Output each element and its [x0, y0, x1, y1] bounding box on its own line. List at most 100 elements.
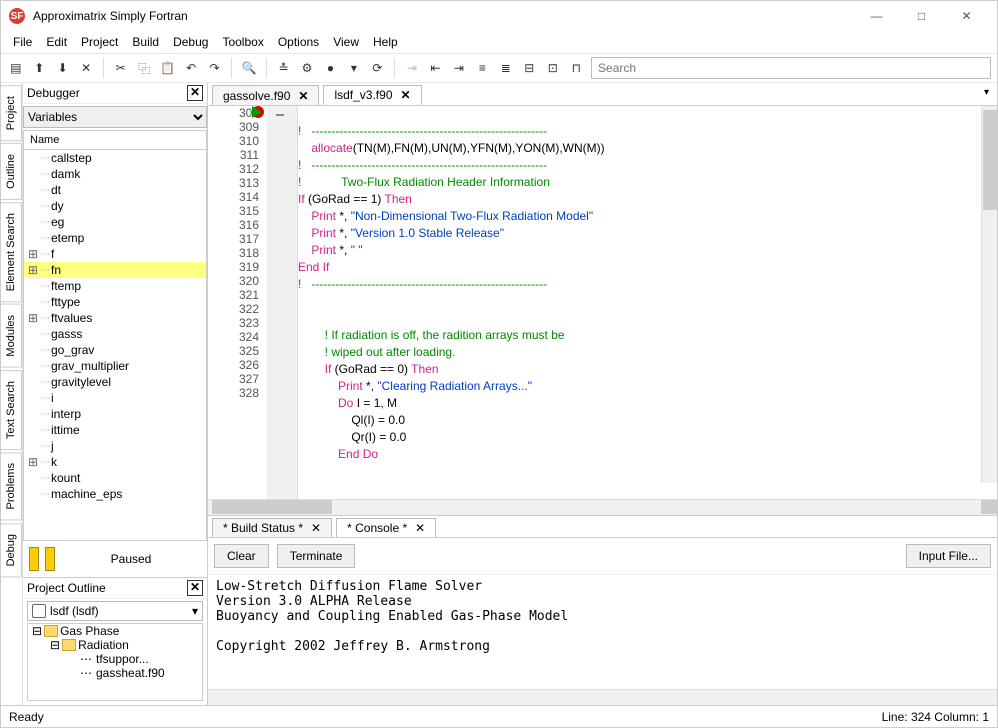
- minimize-button[interactable]: —: [854, 2, 899, 30]
- collapse-icon[interactable]: ⊟: [32, 624, 42, 638]
- variable-row[interactable]: ⊞⋯ftvalues: [24, 310, 206, 326]
- step-over-icon[interactable]: ⇥: [403, 59, 420, 77]
- collapse-icon[interactable]: ⊟: [50, 638, 60, 652]
- code-line[interactable]: Print *, "Version 1.0 Stable Release": [298, 225, 997, 242]
- align-left-icon[interactable]: ≡: [474, 59, 491, 77]
- toggle-icon[interactable]: ⊓: [568, 59, 585, 77]
- redo-icon[interactable]: ↷: [206, 59, 223, 77]
- variable-row[interactable]: ⋯kount: [24, 470, 206, 486]
- line-number[interactable]: 313: [208, 176, 259, 190]
- paste-icon[interactable]: 📋: [159, 59, 176, 77]
- line-number[interactable]: 323: [208, 316, 259, 330]
- bottom-tab[interactable]: * Build Status *✕: [212, 518, 332, 537]
- line-number[interactable]: 324: [208, 330, 259, 344]
- clear-button[interactable]: Clear: [214, 544, 269, 568]
- variable-row[interactable]: ⋯ftemp: [24, 278, 206, 294]
- variable-row[interactable]: ⋯callstep: [24, 150, 206, 166]
- close-button[interactable]: ✕: [944, 2, 989, 30]
- cut-icon[interactable]: ✂: [112, 59, 129, 77]
- menu-options[interactable]: Options: [272, 33, 325, 51]
- variable-row[interactable]: ⋯machine_eps: [24, 486, 206, 502]
- terminate-button[interactable]: Terminate: [277, 544, 356, 568]
- maximize-button[interactable]: □: [899, 2, 944, 30]
- menu-project[interactable]: Project: [75, 33, 124, 51]
- variable-row[interactable]: ⋯grav_multiplier: [24, 358, 206, 374]
- side-tab-modules[interactable]: Modules: [1, 304, 22, 368]
- expand-icon[interactable]: ⊞: [28, 247, 38, 261]
- close-tab-icon[interactable]: ✕: [298, 89, 308, 103]
- code-line[interactable]: Print *, " ": [298, 242, 997, 259]
- editor-horizontal-scrollbar[interactable]: [208, 499, 997, 515]
- expand-icon[interactable]: ⊞: [28, 311, 38, 325]
- pause-icon[interactable]: [29, 547, 39, 571]
- tree-item[interactable]: ⊟Gas Phase: [28, 624, 202, 638]
- variables-list[interactable]: Name ⋯callstep⋯damk⋯dt⋯dy⋯eg⋯etemp⊞⋯f⊞⋯f…: [23, 130, 207, 541]
- line-number[interactable]: 314: [208, 190, 259, 204]
- close-tab-icon[interactable]: ✕: [415, 521, 425, 535]
- code-line[interactable]: [298, 293, 997, 310]
- code-line[interactable]: Print *, "Clearing Radiation Arrays...": [298, 378, 997, 395]
- variable-row[interactable]: ⋯etemp: [24, 230, 206, 246]
- code-line[interactable]: ! If radiation is off, the radition arra…: [298, 327, 997, 344]
- line-number[interactable]: 319: [208, 260, 259, 274]
- code-line[interactable]: ! --------------------------------------…: [298, 276, 997, 293]
- menu-toolbox[interactable]: Toolbox: [216, 33, 269, 51]
- project-tree[interactable]: ⊟Gas Phase⊟Radiation⋯tfsuppor...⋯gasshea…: [27, 623, 203, 701]
- code-line[interactable]: ! --------------------------------------…: [298, 123, 997, 140]
- block-icon[interactable]: ⊡: [544, 59, 561, 77]
- variable-row[interactable]: ⋯damk: [24, 166, 206, 182]
- line-number[interactable]: 321: [208, 288, 259, 302]
- variable-row[interactable]: ⋯dt: [24, 182, 206, 198]
- variable-row[interactable]: ⋯gasss: [24, 326, 206, 342]
- editor-vertical-scrollbar[interactable]: [981, 106, 997, 483]
- side-tab-problems[interactable]: Problems: [1, 452, 22, 520]
- code-line[interactable]: allocate(TN(M),FN(M),UN(M),YFN(M),YON(M)…: [298, 140, 997, 157]
- line-number[interactable]: 326: [208, 358, 259, 372]
- variable-row[interactable]: ⋯j: [24, 438, 206, 454]
- side-tab-text-search[interactable]: Text Search: [1, 370, 22, 450]
- line-number[interactable]: 328: [208, 386, 259, 400]
- side-tab-element-search[interactable]: Element Search: [1, 202, 22, 302]
- line-number[interactable]: 309: [208, 120, 259, 134]
- fold-marker-icon[interactable]: [276, 114, 284, 116]
- console-horizontal-scrollbar[interactable]: [208, 689, 997, 705]
- outdent-icon[interactable]: ⇥: [450, 59, 467, 77]
- editor-tab[interactable]: gassolve.f90✕: [212, 85, 319, 105]
- tree-item[interactable]: ⋯gassheat.f90: [28, 666, 202, 680]
- code-line[interactable]: Qr(I) = 0.0: [298, 429, 997, 446]
- variable-row[interactable]: ⋯gravitylevel: [24, 374, 206, 390]
- code-line[interactable]: Print *, "Non-Dimensional Two-Flux Radia…: [298, 208, 997, 225]
- code-line[interactable]: End Do: [298, 446, 997, 463]
- find-icon[interactable]: 🔍: [240, 59, 257, 77]
- line-number[interactable]: 322: [208, 302, 259, 316]
- line-number[interactable]: 325: [208, 344, 259, 358]
- menu-file[interactable]: File: [7, 33, 38, 51]
- expand-icon[interactable]: ⊞: [28, 263, 38, 277]
- menu-build[interactable]: Build: [126, 33, 165, 51]
- variable-row[interactable]: ⊞⋯f: [24, 246, 206, 262]
- side-tab-debug[interactable]: Debug: [1, 523, 22, 577]
- line-number[interactable]: 320: [208, 274, 259, 288]
- code-line[interactable]: [298, 106, 997, 123]
- console-output[interactable]: Low-Stretch Diffusion Flame Solver Versi…: [208, 575, 997, 689]
- tab-overflow-icon[interactable]: ▾: [976, 83, 997, 105]
- breakpoint-icon[interactable]: ●: [322, 59, 339, 77]
- close-debugger-icon[interactable]: ✕: [187, 85, 203, 101]
- open-icon[interactable]: ⬆: [30, 59, 47, 77]
- tree-item[interactable]: ⊟Radiation: [28, 638, 202, 652]
- close-tab-icon[interactable]: ✕: [311, 521, 321, 535]
- new-file-icon[interactable]: ▤: [7, 59, 24, 77]
- close-tab-icon[interactable]: ✕: [401, 88, 411, 102]
- side-tab-project[interactable]: Project: [1, 85, 22, 141]
- line-number[interactable]: 317: [208, 232, 259, 246]
- code-line[interactable]: ! wiped out after loading.: [298, 344, 997, 361]
- code-editor[interactable]: 3083093103113123133143153163173183193203…: [208, 106, 997, 499]
- search-input[interactable]: [591, 57, 991, 79]
- menu-help[interactable]: Help: [367, 33, 404, 51]
- project-select[interactable]: lsdf (lsdf) ▾: [27, 601, 203, 621]
- format-icon[interactable]: ⊟: [521, 59, 538, 77]
- code-line[interactable]: If (GoRad == 1) Then: [298, 191, 997, 208]
- code-line[interactable]: Ql(I) = 0.0: [298, 412, 997, 429]
- code-line[interactable]: ! --------------------------------------…: [298, 157, 997, 174]
- line-number[interactable]: 312: [208, 162, 259, 176]
